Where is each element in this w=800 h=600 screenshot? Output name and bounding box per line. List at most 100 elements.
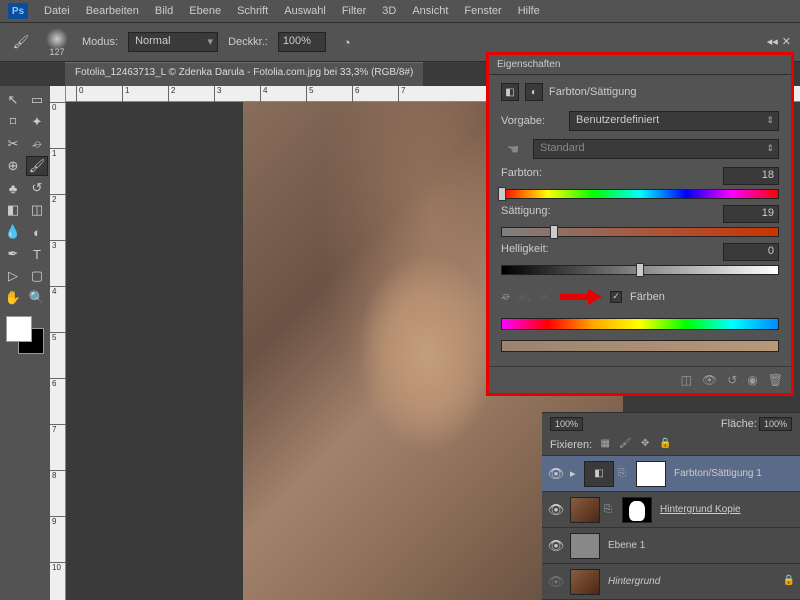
lasso-tool-icon[interactable]: ⌑ — [2, 112, 24, 132]
link-mask-icon[interactable]: ⎘ — [604, 504, 618, 515]
delete-adjustment-icon[interactable]: 🗑 — [768, 373, 783, 387]
adjustment-title: Farbton/Sättigung — [549, 86, 636, 98]
dodge-tool-icon[interactable]: ◐ — [26, 222, 48, 242]
colorize-label: Färben — [630, 291, 665, 303]
panel-collapse-icon[interactable]: ◂◂ — [767, 35, 778, 48]
menu-3d[interactable]: 3D — [382, 5, 396, 17]
annotation-arrow-icon — [560, 290, 602, 304]
marquee-tool-icon[interactable]: ▭ — [26, 90, 48, 110]
lightness-input[interactable]: 0 — [723, 243, 779, 261]
clip-to-layer-icon[interactable]: ◫ — [681, 373, 692, 387]
shape-tool-icon[interactable]: ▢ — [26, 266, 48, 286]
eyedropper-tool-icon[interactable]: ⌮ — [26, 134, 48, 154]
blend-mode-select[interactable]: Normal — [128, 32, 218, 52]
layer-thumbnail[interactable]: ◧ — [584, 461, 614, 487]
fg-color-swatch[interactable] — [6, 316, 32, 342]
path-select-icon[interactable]: ▷ — [2, 266, 24, 286]
history-brush-icon[interactable]: ↺ — [26, 178, 48, 198]
opacity-input[interactable]: 100% — [278, 32, 326, 52]
hue-slider-thumb[interactable] — [498, 187, 506, 201]
document-tab[interactable]: Fotolia_12463713_L © Zdenka Darula - Fot… — [65, 62, 423, 86]
expand-icon[interactable]: ▸ — [570, 467, 580, 480]
saturation-label: Sättigung: — [501, 205, 551, 223]
brush-preset-picker[interactable]: 127 — [42, 27, 72, 57]
move-tool-icon[interactable]: ↖ — [2, 90, 24, 110]
color-range-bar-top — [501, 318, 779, 330]
panel-controls: ◂◂ ✕ — [767, 35, 791, 48]
link-mask-icon[interactable]: ⎘ — [618, 468, 632, 479]
lock-all-icon[interactable]: 🔒 — [658, 438, 672, 452]
zoom-tool-icon[interactable]: 🔍 — [26, 288, 48, 308]
hand-tool-icon[interactable]: ✋ — [2, 288, 24, 308]
lock-pixels-icon[interactable]: 🖌 — [618, 438, 632, 452]
colorize-checkbox[interactable]: ✓ — [610, 291, 622, 303]
visibility-toggle-icon[interactable]: 👁 — [546, 466, 566, 482]
layer-thumbnail[interactable] — [570, 497, 600, 523]
gradient-tool-icon[interactable]: ◫ — [26, 200, 48, 220]
layer-row[interactable]: 👁 ⎘ Hintergrund Kopie — [542, 492, 800, 528]
layer-row[interactable]: 👁 ▸ ◧ ⎘ Farbton/Sättigung 1 — [542, 456, 800, 492]
blur-tool-icon[interactable]: 💧 — [2, 222, 24, 242]
fill-value[interactable]: 100% — [759, 417, 792, 431]
menu-hilfe[interactable]: Hilfe — [518, 5, 540, 17]
view-previous-icon[interactable]: 👁 — [702, 373, 717, 387]
menu-fenster[interactable]: Fenster — [464, 5, 501, 17]
visibility-toggle-icon[interactable]: 👁 — [546, 502, 566, 518]
menu-schrift[interactable]: Schrift — [237, 5, 268, 17]
stamp-tool-icon[interactable]: ♣ — [2, 178, 24, 198]
layer-name[interactable]: Ebene 1 — [604, 540, 796, 551]
brush-tool-icon[interactable]: 🖌 — [10, 32, 32, 52]
layer-row[interactable]: 👁 Ebene 1 — [542, 528, 800, 564]
reset-icon[interactable]: ↺ — [727, 373, 737, 387]
menu-bearbeiten[interactable]: Bearbeiten — [86, 5, 139, 17]
mask-icon[interactable]: ◐ — [525, 83, 543, 101]
properties-tab[interactable]: Eigenschaften — [489, 55, 791, 75]
layer-opacity-value[interactable]: 100% — [550, 417, 583, 431]
layer-thumbnail[interactable] — [570, 569, 600, 595]
visibility-toggle-icon[interactable]: 👁 — [546, 574, 566, 590]
menu-bild[interactable]: Bild — [155, 5, 173, 17]
menu-auswahl[interactable]: Auswahl — [284, 5, 326, 17]
menu-datei[interactable]: Datei — [44, 5, 70, 17]
pressure-opacity-icon[interactable]: ◔ — [336, 32, 358, 52]
layer-name[interactable]: Farbton/Sättigung 1 — [670, 468, 796, 479]
layer-name[interactable]: Hintergrund Kopie — [656, 504, 796, 515]
healing-tool-icon[interactable]: ⊕ — [2, 156, 24, 176]
saturation-input[interactable]: 19 — [723, 205, 779, 223]
brush-tool-icon[interactable]: 🖌 — [26, 156, 48, 176]
preset-select[interactable]: Benutzerdefiniert — [569, 111, 779, 131]
menu-ebene[interactable]: Ebene — [189, 5, 221, 17]
lightness-slider-thumb[interactable] — [636, 263, 644, 277]
hue-label: Farbton: — [501, 167, 542, 185]
pen-tool-icon[interactable]: ✒ — [2, 244, 24, 264]
color-swatches[interactable] — [6, 316, 48, 360]
targeted-adjustment-icon[interactable]: ☚ — [501, 139, 525, 159]
panel-close-icon[interactable]: ✕ — [782, 35, 791, 48]
menu-filter[interactable]: Filter — [342, 5, 366, 17]
vertical-ruler: 0 1 2 3 4 5 6 7 8 9 10 — [50, 86, 66, 600]
lock-position-icon[interactable]: ✥ — [638, 438, 652, 452]
eyedropper-icon[interactable]: ⌮ — [501, 289, 510, 304]
menu-ansicht[interactable]: Ansicht — [412, 5, 448, 17]
toggle-visibility-icon[interactable]: ◉ — [747, 373, 757, 387]
hue-input[interactable]: 18 — [723, 167, 779, 185]
lightness-slider[interactable] — [501, 265, 779, 275]
eraser-tool-icon[interactable]: ◧ — [2, 200, 24, 220]
type-tool-icon[interactable]: T — [26, 244, 48, 264]
fill-label: Fläche: — [721, 418, 757, 430]
saturation-slider[interactable] — [501, 227, 779, 237]
visibility-toggle-icon[interactable]: 👁 — [546, 538, 566, 554]
layer-thumbnail[interactable] — [570, 533, 600, 559]
layer-mask-thumbnail[interactable] — [636, 461, 666, 487]
color-range-select[interactable]: Standard — [533, 139, 779, 159]
layer-name[interactable]: Hintergrund — [604, 576, 778, 587]
lock-transparency-icon[interactable]: ▦ — [598, 438, 612, 452]
hue-slider[interactable] — [501, 189, 779, 199]
saturation-slider-thumb[interactable] — [550, 225, 558, 239]
adjustment-icon: ◧ — [501, 83, 519, 101]
wand-tool-icon[interactable]: ✦ — [26, 112, 48, 132]
crop-tool-icon[interactable]: ✂ — [2, 134, 24, 154]
layer-mask-thumbnail[interactable] — [622, 497, 652, 523]
color-range-bar-bottom — [501, 340, 779, 352]
layer-row[interactable]: 👁 Hintergrund 🔒 — [542, 564, 800, 600]
